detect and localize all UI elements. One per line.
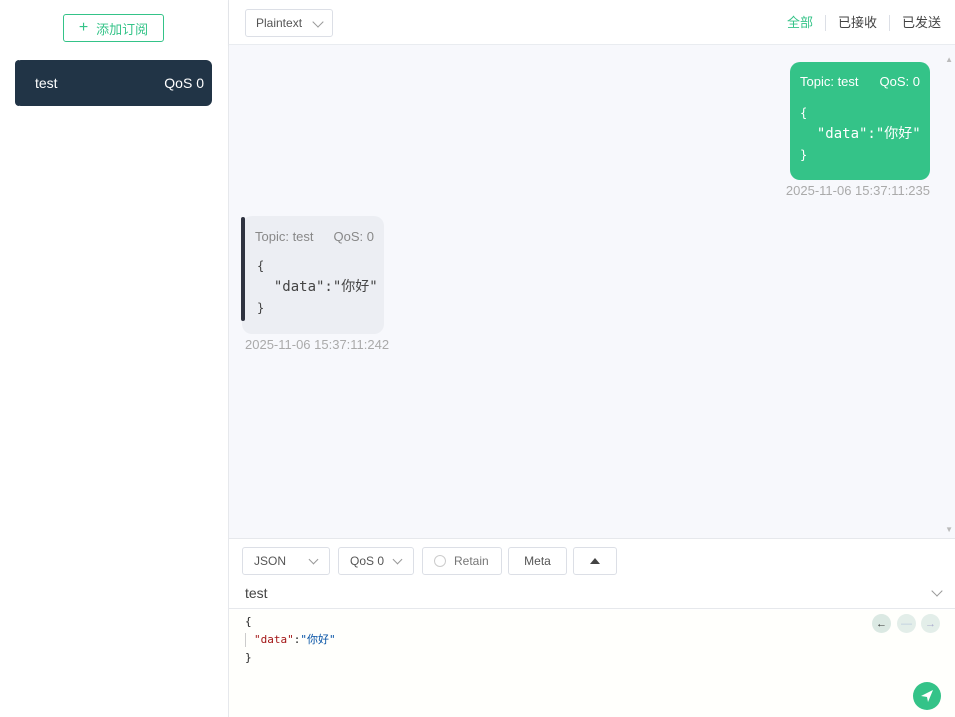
subscription-topic: test [35,75,58,91]
payload-line: { [257,259,265,273]
retain-label: Retain [454,554,489,568]
subscription-sidebar: + 添加订阅 test QoS 0 [0,0,229,717]
code-line: { [245,615,252,628]
message-topic: Topic: test [800,74,859,89]
chevron-down-icon[interactable] [931,585,943,597]
payload-format-value: Plaintext [256,16,303,30]
message-qos: QoS: 0 [879,74,920,89]
topic-input[interactable]: test [245,585,268,601]
subscription-qos: QoS 0 [164,75,204,91]
topic-input-row[interactable]: test [229,579,955,609]
qos-value: QoS 0 [350,554,385,568]
filter-sent-tab[interactable]: 已发送 [888,15,941,31]
send-icon [921,690,933,702]
add-subscription-label: 添加订阅 [96,21,149,37]
add-subscription-button[interactable]: + 添加订阅 [63,14,164,42]
payload-format-select[interactable]: Plaintext [245,9,333,37]
minus-icon[interactable]: — [897,614,916,633]
code-line: "data":"你好" [245,631,336,649]
payload-line: "data":"你好" [800,126,921,142]
expand-composer-button[interactable] [573,547,617,575]
chevron-down-icon [312,16,324,28]
meta-button[interactable]: Meta [508,547,567,575]
indent-guide [245,633,246,647]
caret-up-icon [590,558,600,564]
arrow-left-icon[interactable]: ← [872,614,891,633]
retain-toggle[interactable]: Retain [422,547,502,575]
qos-select[interactable]: QoS 0 [338,547,414,575]
filter-all-tab[interactable]: 全部 [775,15,825,31]
incoming-message-marker [241,217,245,321]
message-meta: Topic: test QoS: 0 [800,74,920,89]
payload-code[interactable]: { "data":"你好"} [245,613,336,667]
message-list[interactable]: ▲ Topic: test QoS: 0 { "data":"你好"} 2025… [229,45,955,538]
message-composer: JSON QoS 0 Retain Meta test { "data":"你好"… [229,538,955,717]
outgoing-message-bubble: Topic: test QoS: 0 { "data":"你好"} [790,62,930,180]
message-topic: Topic: test [255,229,314,244]
scroll-up-icon[interactable]: ▲ [945,55,953,64]
code-line: } [245,651,252,664]
subscription-color-mark [15,60,19,106]
message-toolbar: Plaintext 全部 已接收 已发送 [229,0,955,45]
json-key: "data" [254,633,294,646]
message-timestamp: 2025-11-06 15:37:11:235 [785,183,930,198]
arrow-right-icon[interactable]: → [921,614,940,633]
meta-label: Meta [524,554,551,568]
payload-line: "data":"你好" [257,279,378,295]
message-timestamp: 2025-11-06 15:37:11:242 [245,337,390,352]
message-qos: QoS: 0 [333,229,374,244]
payload-editor[interactable]: { "data":"你好"} ← — → [229,610,955,717]
message-filter-tabs: 全部 已接收 已发送 [775,15,941,31]
plus-icon: + [78,19,89,36]
payload-line: } [257,301,265,315]
payload-type-value: JSON [254,554,287,568]
chevron-down-icon [392,554,403,565]
retain-radio[interactable] [434,555,446,567]
payload-type-select[interactable]: JSON [242,547,330,575]
message-meta: Topic: test QoS: 0 [255,229,374,244]
payload-line: } [800,148,808,162]
send-button[interactable] [913,682,941,710]
filter-received-tab[interactable]: 已接收 [824,15,889,31]
message-payload: { "data":"你好"} [800,103,921,166]
json-value: "你好" [300,633,336,646]
message-payload: { "data":"你好"} [255,256,378,319]
subscription-item-test[interactable]: test QoS 0 [15,60,212,106]
incoming-message-bubble: Topic: test QoS: 0 { "data":"你好"} [241,216,384,334]
chevron-down-icon [308,554,319,565]
payload-line: { [800,106,808,120]
scroll-down-icon[interactable]: ▼ [945,525,953,534]
